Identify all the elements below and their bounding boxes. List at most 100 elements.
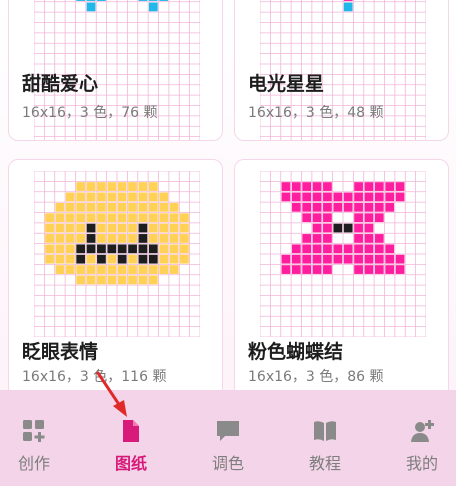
- bead-cell: [323, 182, 332, 191]
- bead-cell: [385, 254, 395, 264]
- bead-cell: [343, 2, 353, 12]
- bead-cell: [76, 202, 86, 212]
- bead-cell: [302, 244, 312, 254]
- bead-cell: [55, 234, 65, 243]
- bead-cell: [281, 265, 291, 274]
- bead-cell: [97, 265, 106, 274]
- bead-cell: [76, 0, 86, 1]
- bead-cell: [169, 223, 179, 233]
- bead-cell: [354, 254, 363, 264]
- bead-cell: [148, 254, 158, 264]
- bead-cell: [312, 265, 322, 274]
- bead-cell: [385, 182, 395, 191]
- document-icon: [118, 418, 144, 444]
- bead-cell: [302, 234, 312, 243]
- bead-cell: [138, 223, 148, 233]
- person-add-icon: [409, 418, 435, 444]
- bead-cell: [385, 202, 395, 212]
- pattern-title: 甜酷爱心: [22, 73, 99, 95]
- bead-cell: [291, 244, 301, 254]
- bead-cell: [374, 202, 384, 212]
- bead-cell: [364, 223, 374, 233]
- bead-cell: [169, 213, 179, 223]
- bead-cell: [148, 234, 158, 243]
- bead-cell: [138, 213, 148, 223]
- tab-palette[interactable]: 调色: [188, 390, 268, 486]
- bead-cell: [312, 234, 322, 243]
- pattern-card[interactable]: 粉色蝴蝶结 16x16，3 色，86 颗: [234, 159, 449, 399]
- bead-cell: [312, 213, 322, 223]
- bead-cell: [138, 275, 148, 285]
- pattern-title: 电光星星: [248, 73, 325, 95]
- bead-cell: [45, 223, 54, 233]
- bead-cell: [97, 223, 106, 233]
- bead-cell: [159, 254, 169, 264]
- bead-cell: [97, 234, 106, 243]
- bead-cell: [117, 192, 127, 202]
- bead-cell: [55, 202, 65, 212]
- bead-cell: [148, 2, 158, 12]
- bead-cell: [180, 213, 189, 223]
- bead-cell: [354, 265, 363, 274]
- bead-cell: [354, 213, 363, 223]
- bead-cell: [364, 192, 374, 202]
- bead-cell: [138, 244, 148, 254]
- bead-cell: [354, 223, 363, 233]
- bead-cell: [323, 244, 332, 254]
- bead-cell: [291, 202, 301, 212]
- grid-plus-icon: [21, 418, 47, 444]
- pattern-card[interactable]: 电光星星 16x16，3 色，48 颗: [234, 0, 449, 141]
- bead-cell: [128, 254, 137, 264]
- bead-cell: [76, 265, 86, 274]
- pattern-card[interactable]: 甜酷爱心 16x16，3 色，76 颗: [8, 0, 223, 141]
- bead-cell: [65, 202, 75, 212]
- tab-profile[interactable]: 我的: [382, 390, 456, 486]
- bead-cell: [97, 202, 106, 212]
- bead-cell: [354, 202, 363, 212]
- tab-label: 我的: [405, 454, 438, 473]
- bead-cell: [45, 254, 54, 264]
- bead-cell: [159, 192, 169, 202]
- bead-cell: [76, 254, 86, 264]
- tab-label: 创作: [17, 454, 50, 473]
- bead-cell: [312, 182, 322, 191]
- bead-cell: [65, 192, 75, 202]
- bead-cell: [97, 244, 106, 254]
- bead-cell: [107, 182, 117, 191]
- bead-cell: [128, 223, 137, 233]
- bead-cell: [86, 182, 96, 191]
- bead-cell: [148, 265, 158, 274]
- bead-cell: [55, 213, 65, 223]
- bead-cell: [148, 0, 158, 1]
- tab-create[interactable]: 创作: [0, 390, 74, 486]
- bead-cell: [138, 182, 148, 191]
- bead-cell: [395, 182, 405, 191]
- bead-cell: [55, 254, 65, 264]
- bead-cell: [65, 244, 75, 254]
- bead-cell: [86, 244, 96, 254]
- bead-cell: [76, 182, 86, 191]
- bead-cell: [107, 213, 117, 223]
- bead-cell: [312, 202, 322, 212]
- bead-cell: [128, 234, 137, 243]
- bead-cell: [117, 234, 127, 243]
- bead-cell: [86, 265, 96, 274]
- bead-cell: [385, 244, 395, 254]
- bead-cell: [148, 182, 158, 191]
- bead-cell: [76, 244, 86, 254]
- bead-cell: [354, 192, 363, 202]
- bead-cell: [97, 0, 106, 1]
- tab-tutorial[interactable]: 教程: [285, 390, 365, 486]
- tab-patterns[interactable]: 图纸: [91, 390, 171, 486]
- bead-cell: [333, 254, 343, 264]
- bead-cell: [323, 254, 332, 264]
- bead-cell: [323, 202, 332, 212]
- bead-cell: [281, 254, 291, 264]
- pattern-preview: [260, 171, 426, 337]
- bead-cell: [395, 192, 405, 202]
- bead-cell: [128, 244, 137, 254]
- bead-cell: [281, 182, 291, 191]
- bead-cell: [159, 265, 169, 274]
- bead-cell: [128, 265, 137, 274]
- pattern-card[interactable]: 眨眼表情 16x16，3 色，116 颗: [8, 159, 223, 399]
